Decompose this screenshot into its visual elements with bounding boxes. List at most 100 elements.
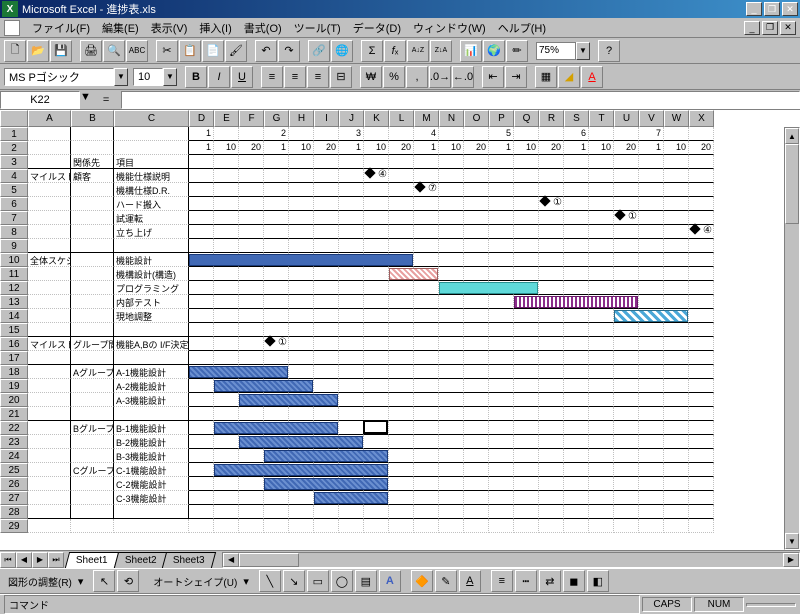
- cell-I12[interactable]: [314, 281, 339, 295]
- cell-O9[interactable]: [464, 239, 489, 253]
- cell-A10[interactable]: 全体スケジュール: [28, 253, 71, 267]
- cell-W19[interactable]: [664, 379, 689, 393]
- cell-A28[interactable]: [28, 505, 71, 519]
- cell-O26[interactable]: [464, 477, 489, 491]
- cell-S16[interactable]: [564, 337, 589, 351]
- milestone-row16[interactable]: ①: [266, 337, 287, 348]
- row-header-21[interactable]: 21: [0, 407, 28, 421]
- cell-O5[interactable]: [464, 183, 489, 197]
- row-header-12[interactable]: 12: [0, 281, 28, 295]
- cell-G8[interactable]: [264, 225, 289, 239]
- cell-Q2[interactable]: 10: [514, 141, 539, 155]
- tab-last-button[interactable]: ⏭: [48, 552, 64, 568]
- cell-E15[interactable]: [214, 323, 239, 337]
- select-objects-button[interactable]: ↖: [93, 570, 115, 592]
- cell-E2[interactable]: 10: [214, 141, 239, 155]
- autosum-button[interactable]: Σ: [361, 40, 383, 62]
- cell-A11[interactable]: [28, 267, 71, 281]
- cell-D16[interactable]: [189, 337, 214, 351]
- function-button[interactable]: fₓ: [384, 40, 406, 62]
- cell-I29[interactable]: [314, 519, 339, 533]
- cell-I5[interactable]: [314, 183, 339, 197]
- cell-A15[interactable]: [28, 323, 71, 337]
- cell-T28[interactable]: [589, 505, 614, 519]
- cell-M7[interactable]: [414, 211, 439, 225]
- cell-Q17[interactable]: [514, 351, 539, 365]
- cell-T9[interactable]: [589, 239, 614, 253]
- cell-D17[interactable]: [189, 351, 214, 365]
- cell-D7[interactable]: [189, 211, 214, 225]
- cell-N14[interactable]: [439, 309, 464, 323]
- cell-X14[interactable]: [689, 309, 714, 323]
- row-header-10[interactable]: 10: [0, 253, 28, 267]
- cell-H5[interactable]: [289, 183, 314, 197]
- cell-B12[interactable]: [71, 281, 114, 295]
- cell-B2[interactable]: [71, 141, 114, 155]
- cell-L17[interactable]: [389, 351, 414, 365]
- cell-R24[interactable]: [539, 449, 564, 463]
- cell-B27[interactable]: [71, 491, 114, 505]
- cell-E13[interactable]: [214, 295, 239, 309]
- cell-K29[interactable]: [364, 519, 389, 533]
- chart-button[interactable]: 📊: [460, 40, 482, 62]
- cell-S6[interactable]: [564, 197, 589, 211]
- cell-O15[interactable]: [464, 323, 489, 337]
- cell-C11[interactable]: 機構設計(構造): [114, 267, 189, 281]
- rotate-button[interactable]: ⟲: [117, 570, 139, 592]
- merge-button[interactable]: ⊟: [330, 66, 352, 88]
- cell-O1[interactable]: [464, 127, 489, 141]
- cell-W23[interactable]: [664, 435, 689, 449]
- cell-E24[interactable]: [214, 449, 239, 463]
- cell-D5[interactable]: [189, 183, 214, 197]
- cell-A23[interactable]: [28, 435, 71, 449]
- cell-G5[interactable]: [264, 183, 289, 197]
- cell-H27[interactable]: [289, 491, 314, 505]
- cell-K8[interactable]: [364, 225, 389, 239]
- cell-O13[interactable]: [464, 295, 489, 309]
- minimize-button[interactable]: _: [746, 2, 762, 16]
- cell-U18[interactable]: [614, 365, 639, 379]
- cell-V23[interactable]: [639, 435, 664, 449]
- cell-N7[interactable]: [439, 211, 464, 225]
- cell-M19[interactable]: [414, 379, 439, 393]
- cell-M1[interactable]: 4: [414, 127, 439, 141]
- menu-データ[interactable]: データ(D): [347, 18, 407, 38]
- cell-P27[interactable]: [489, 491, 514, 505]
- cell-C25[interactable]: C-1機能設計: [114, 463, 189, 477]
- cell-E16[interactable]: [214, 337, 239, 351]
- cell-X5[interactable]: [689, 183, 714, 197]
- cell-Q23[interactable]: [514, 435, 539, 449]
- cell-X17[interactable]: [689, 351, 714, 365]
- cell-C19[interactable]: A-2機能設計: [114, 379, 189, 393]
- cell-X10[interactable]: [689, 253, 714, 267]
- cell-K12[interactable]: [364, 281, 389, 295]
- print-button[interactable]: 🖨: [80, 40, 102, 62]
- cell-R11[interactable]: [539, 267, 564, 281]
- cell-X9[interactable]: [689, 239, 714, 253]
- draw-adjust-menu[interactable]: 図形の調整(R): [4, 574, 76, 589]
- cell-W12[interactable]: [664, 281, 689, 295]
- cell-S28[interactable]: [564, 505, 589, 519]
- cell-F4[interactable]: [239, 169, 264, 183]
- cell-C12[interactable]: プログラミング: [114, 281, 189, 295]
- cell-O14[interactable]: [464, 309, 489, 323]
- cell-E3[interactable]: [214, 155, 239, 169]
- cell-S29[interactable]: [564, 519, 589, 533]
- cell-V6[interactable]: [639, 197, 664, 211]
- cell-C9[interactable]: [114, 239, 189, 253]
- cell-X21[interactable]: [689, 407, 714, 421]
- cell-B8[interactable]: [71, 225, 114, 239]
- cell-O23[interactable]: [464, 435, 489, 449]
- cell-R25[interactable]: [539, 463, 564, 477]
- borders-button[interactable]: ▦: [535, 66, 557, 88]
- cell-K2[interactable]: 10: [364, 141, 389, 155]
- cell-C2[interactable]: [114, 141, 189, 155]
- cell-X19[interactable]: [689, 379, 714, 393]
- maximize-button[interactable]: ❐: [764, 2, 780, 16]
- cell-P14[interactable]: [489, 309, 514, 323]
- cell-G14[interactable]: [264, 309, 289, 323]
- cell-T8[interactable]: [589, 225, 614, 239]
- formula-input[interactable]: [121, 91, 800, 109]
- cell-U23[interactable]: [614, 435, 639, 449]
- cell-J3[interactable]: [339, 155, 364, 169]
